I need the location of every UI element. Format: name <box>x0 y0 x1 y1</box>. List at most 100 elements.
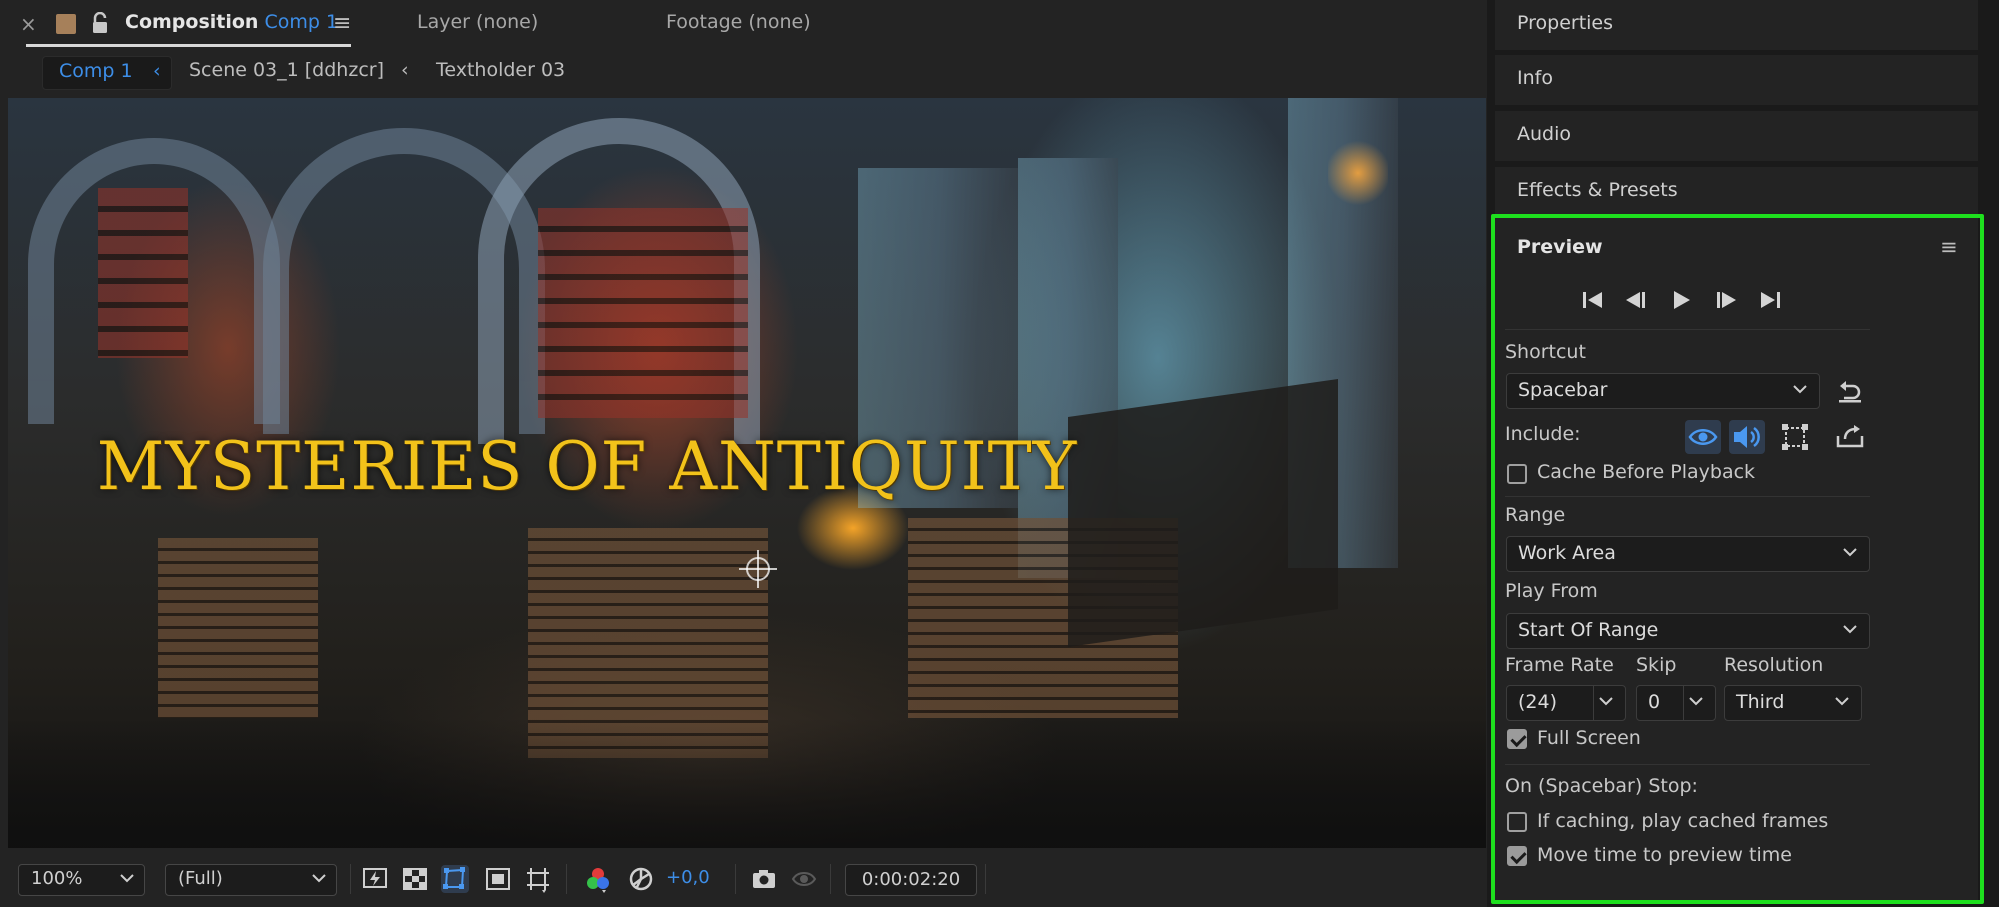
shortcut-value: Spacebar <box>1518 379 1608 401</box>
resolution-label: Resolution <box>1724 654 1824 676</box>
shortcut-dropdown[interactable]: Spacebar <box>1506 373 1820 409</box>
lock-icon[interactable] <box>91 12 109 34</box>
play-from-dropdown[interactable]: Start Of Range <box>1506 613 1870 649</box>
frame-rate-dropdown[interactable]: (24) <box>1506 685 1626 721</box>
chevron-down-icon <box>1793 385 1807 394</box>
info-panel-header[interactable]: Info <box>1495 55 1978 105</box>
first-frame-icon[interactable] <box>1580 288 1606 312</box>
export-icon[interactable] <box>1832 420 1868 454</box>
skip-dropdown[interactable]: 0 <box>1636 685 1716 721</box>
comp-color-swatch <box>56 14 76 34</box>
breadcrumb-scene[interactable]: Scene 03_1 [ddhzcr] <box>189 59 384 81</box>
panel-menu-icon[interactable]: ≡ <box>1940 235 1958 259</box>
full-screen-label: Full Screen <box>1537 727 1641 749</box>
grid-guides-icon[interactable] <box>524 865 552 893</box>
include-overlay-icon[interactable] <box>1777 420 1813 454</box>
breadcrumb-comp-1[interactable]: Comp 1 ‹ <box>42 56 172 90</box>
include-audio-speaker-icon[interactable] <box>1729 420 1765 454</box>
frame-rate-label: Frame Rate <box>1505 654 1614 676</box>
toolbar-divider <box>735 864 736 894</box>
move-time-checkbox[interactable] <box>1507 846 1527 866</box>
magnification-dropdown[interactable]: 100% <box>18 864 145 896</box>
range-value: Work Area <box>1518 542 1616 564</box>
previous-frame-icon[interactable] <box>1623 288 1649 312</box>
bookshelf <box>538 208 748 418</box>
include-video-eye-icon[interactable] <box>1685 420 1721 454</box>
reset-icon[interactable] <box>1836 378 1864 404</box>
chevron-down-icon <box>1689 697 1703 706</box>
panel-title: Effects & Presets <box>1517 179 1678 201</box>
chevron-left-icon: ‹ <box>401 59 409 81</box>
reset-exposure-icon[interactable] <box>627 865 655 893</box>
composition-viewer[interactable]: MYSTERIES OF ANTIQUITY <box>8 98 1486 848</box>
resolution-dropdown[interactable]: (Full) <box>165 864 337 896</box>
range-label: Range <box>1505 504 1566 526</box>
resolution-value: (Full) <box>178 868 223 889</box>
channel-rgb-icon[interactable] <box>584 865 612 893</box>
properties-panel-header[interactable]: Properties <box>1495 0 1978 50</box>
chevron-left-icon: ‹ <box>153 60 161 82</box>
move-time-label: Move time to preview time <box>1537 844 1792 866</box>
toolbar-divider <box>566 864 567 894</box>
composition-tab-comp-name: Comp 1 <box>264 11 339 33</box>
panel-title: Audio <box>1517 123 1572 145</box>
bookshelf <box>98 188 188 358</box>
include-label: Include: <box>1505 423 1581 445</box>
composition-tab-bar: × Composition Comp 1 ≡ Layer (none) Foota… <box>0 0 1487 50</box>
close-tab-icon[interactable]: × <box>20 12 37 36</box>
on-stop-label: On (Spacebar) Stop: <box>1505 775 1698 797</box>
shortcut-label: Shortcut <box>1505 341 1586 363</box>
frame-rate-value: (24) <box>1518 691 1558 713</box>
breadcrumb-textholder[interactable]: Textholder 03 <box>436 59 565 81</box>
transparency-grid-icon[interactable] <box>401 865 429 893</box>
layer-tab[interactable]: Layer (none) <box>417 11 538 33</box>
chevron-down-icon <box>1843 548 1857 557</box>
preview-panel-title: Preview <box>1517 236 1603 258</box>
effects-presets-panel-header[interactable]: Effects & Presets <box>1495 167 1978 217</box>
cache-before-playback-label: Cache Before Playback <box>1537 461 1756 483</box>
composition-tab-label: Composition <box>125 11 259 33</box>
fast-previews-icon[interactable] <box>361 865 389 893</box>
chevron-down-icon <box>312 874 326 883</box>
toolbar-divider <box>350 864 351 894</box>
footage-tab[interactable]: Footage (none) <box>666 11 811 33</box>
current-time-display[interactable]: 0:00:02:20 <box>845 864 977 896</box>
skip-value: 0 <box>1648 691 1661 713</box>
divider <box>1505 764 1870 765</box>
show-snapshot-icon[interactable] <box>790 865 818 893</box>
audio-panel-header[interactable]: Audio <box>1495 111 1978 161</box>
if-caching-checkbox[interactable] <box>1507 812 1527 832</box>
next-frame-icon[interactable] <box>1713 288 1739 312</box>
chevron-down-icon <box>1843 625 1857 634</box>
region-of-interest-icon[interactable] <box>484 865 512 893</box>
panel-title: Info <box>1517 67 1553 89</box>
divider <box>1505 329 1870 330</box>
anchor-point-icon[interactable] <box>739 550 777 588</box>
divider <box>1505 496 1870 497</box>
full-screen-checkbox[interactable] <box>1507 729 1527 749</box>
lantern-glow <box>1328 138 1388 208</box>
exposure-value[interactable]: +0,0 <box>666 867 710 888</box>
play-icon[interactable] <box>1668 288 1694 312</box>
snapshot-camera-icon[interactable] <box>750 865 778 893</box>
book-stack <box>158 538 318 718</box>
magnification-value: 100% <box>31 868 83 889</box>
cache-before-playback-checkbox[interactable] <box>1507 464 1527 484</box>
if-caching-label: If caching, play cached frames <box>1537 810 1829 832</box>
toolbar-divider <box>830 864 831 894</box>
panel-title: Properties <box>1517 12 1614 34</box>
tab-menu-icon[interactable]: ≡ <box>333 11 351 36</box>
dropdown-split <box>1683 686 1684 720</box>
composition-tab[interactable]: Composition Comp 1 <box>125 11 338 33</box>
lectern <box>1068 379 1338 647</box>
floor-shadow <box>8 718 1486 848</box>
play-from-value: Start Of Range <box>1518 619 1659 641</box>
active-tab-indicator <box>26 44 351 47</box>
mask-path-visibility-icon[interactable] <box>441 865 469 893</box>
preview-resolution-dropdown[interactable]: Third <box>1724 685 1862 721</box>
last-frame-icon[interactable] <box>1757 288 1783 312</box>
title-text-layer[interactable]: MYSTERIES OF ANTIQUITY <box>8 428 1486 505</box>
range-dropdown[interactable]: Work Area <box>1506 536 1870 572</box>
chevron-down-icon <box>120 874 134 883</box>
play-from-label: Play From <box>1505 580 1598 602</box>
